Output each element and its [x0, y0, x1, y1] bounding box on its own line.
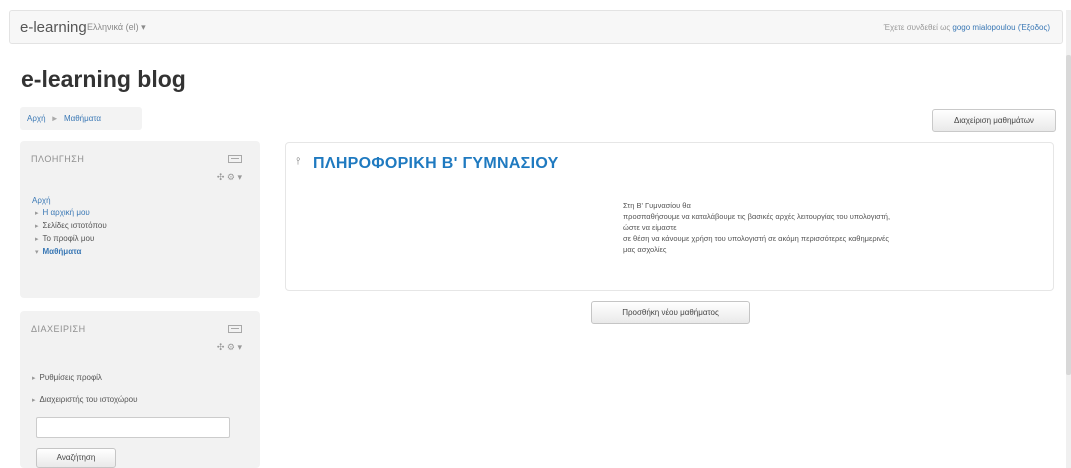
admin-item-site-administration[interactable]: ▸ Διαχειριστής του ιστοχώρου — [32, 395, 137, 404]
course-title-link[interactable]: ΠΛΗΡΟΦΟΡΙΚΗ Β' ΓΥΜΝΑΣΙΟΥ — [313, 155, 559, 173]
expand-arrow-icon: ▸ — [32, 397, 36, 404]
dock-icon[interactable] — [228, 155, 242, 163]
manage-courses-button[interactable]: Διαχείριση μαθημάτων — [932, 109, 1056, 132]
nav-item-label: Η αρχική μου — [42, 208, 90, 217]
nav-item-site-pages[interactable]: ▸ Σελίδες ιστοτόπου — [32, 221, 107, 230]
user-profile-link[interactable]: gogo mialopoulou — [952, 23, 1015, 32]
breadcrumb: Αρχή ► Μαθήματα — [20, 107, 142, 130]
expand-arrow-icon: ▸ — [35, 223, 39, 230]
block-controls[interactable]: ✣ ⚙ ▾ — [217, 172, 242, 183]
site-title: e-learning blog — [21, 66, 186, 92]
collapse-arrow-icon: ▾ — [35, 249, 39, 256]
nav-item-label: Το προφίλ μου — [42, 234, 95, 243]
course-summary-line: μας ασχολίες — [623, 245, 667, 254]
breadcrumb-separator: ► — [50, 114, 59, 123]
dock-icon[interactable] — [228, 325, 242, 333]
nav-item-my-home[interactable]: ▸ Η αρχική μου — [32, 208, 107, 217]
course-summary-line: σε θέση να κάνουμε χρήση του υπολογιστή … — [623, 234, 889, 243]
lightbulb-icon: ⫯ — [296, 156, 301, 167]
admin-item-profile-settings[interactable]: ▸ Ρυθμίσεις προφίλ — [32, 373, 137, 382]
expand-arrow-icon: ▸ — [35, 210, 39, 217]
admin-search-input[interactable] — [36, 417, 230, 438]
course-summary-line: Στη Β' Γυμνασίου θα — [623, 201, 691, 210]
administration-block: ΔΙΑΧΕΙΡΙΣΗ ✣ ⚙ ▾ ▸ Ρυθμίσεις προφίλ ▸ Διαχ… — [20, 311, 260, 468]
navigation-block: ΠΛΟΗΓΗΣΗ ✣ ⚙ ▾ Αρχή ▸ Η αρχική μου ▸ Σελίδ… — [20, 141, 260, 298]
top-navbar: e-learning Ελληνικά (el) ▾ Έχετε συνδεθε… — [9, 10, 1063, 44]
course-summary: Στη Β' Γυμνασίου θα προσπαθήσουμε να κατ… — [623, 200, 1048, 255]
language-menu[interactable]: Ελληνικά (el) ▾ — [87, 22, 146, 33]
navigation-block-title: ΠΛΟΗΓΗΣΗ — [31, 154, 85, 164]
nav-item-label: Μαθήματα — [42, 247, 82, 256]
nav-home-link[interactable]: Αρχή — [32, 196, 107, 205]
navigation-list: Αρχή ▸ Η αρχική μου ▸ Σελίδες ιστοτόπου ▸ Τ… — [32, 196, 107, 260]
admin-item-label: Ρυθμίσεις προφίλ — [39, 373, 102, 382]
logout-link[interactable]: (Έξοδος) — [1018, 23, 1050, 32]
nav-item-my-profile[interactable]: ▸ Το προφίλ μου — [32, 234, 107, 243]
nav-item-courses[interactable]: ▾ Μαθήματα — [32, 247, 107, 256]
login-info: Έχετε συνδεθεί ως gogo mialopoulou (Έξοδ… — [884, 23, 1050, 32]
add-new-course-button[interactable]: Προσθήκη νέου μαθήματος — [591, 301, 750, 324]
expand-arrow-icon: ▸ — [32, 375, 36, 382]
nav-item-label: Σελίδες ιστοτόπου — [42, 221, 107, 230]
administration-list: ▸ Ρυθμίσεις προφίλ ▸ Διαχειριστής του ιστο… — [32, 373, 137, 417]
brand-link[interactable]: e-learning — [20, 19, 87, 36]
admin-search-button[interactable]: Αναζήτηση — [36, 448, 116, 468]
course-summary-line: προσπαθήσουμε να καταλάβουμε τις βασικές… — [623, 212, 891, 221]
login-prefix: Έχετε συνδεθεί ως — [883, 23, 951, 32]
breadcrumb-home[interactable]: Αρχή — [27, 114, 46, 123]
administration-block-title: ΔΙΑΧΕΙΡΙΣΗ — [31, 324, 86, 334]
block-controls[interactable]: ✣ ⚙ ▾ — [217, 342, 242, 353]
breadcrumb-courses[interactable]: Μαθήματα — [64, 114, 101, 123]
expand-arrow-icon: ▸ — [35, 236, 39, 243]
course-card: ⫯ ΠΛΗΡΟΦΟΡΙΚΗ Β' ΓΥΜΝΑΣΙΟΥ Στη Β' Γυμνασ… — [285, 142, 1054, 291]
admin-item-label: Διαχειριστής του ιστοχώρου — [39, 395, 138, 404]
scrollbar-thumb[interactable] — [1066, 55, 1071, 375]
course-summary-line: ώστε να είμαστε — [623, 223, 677, 232]
